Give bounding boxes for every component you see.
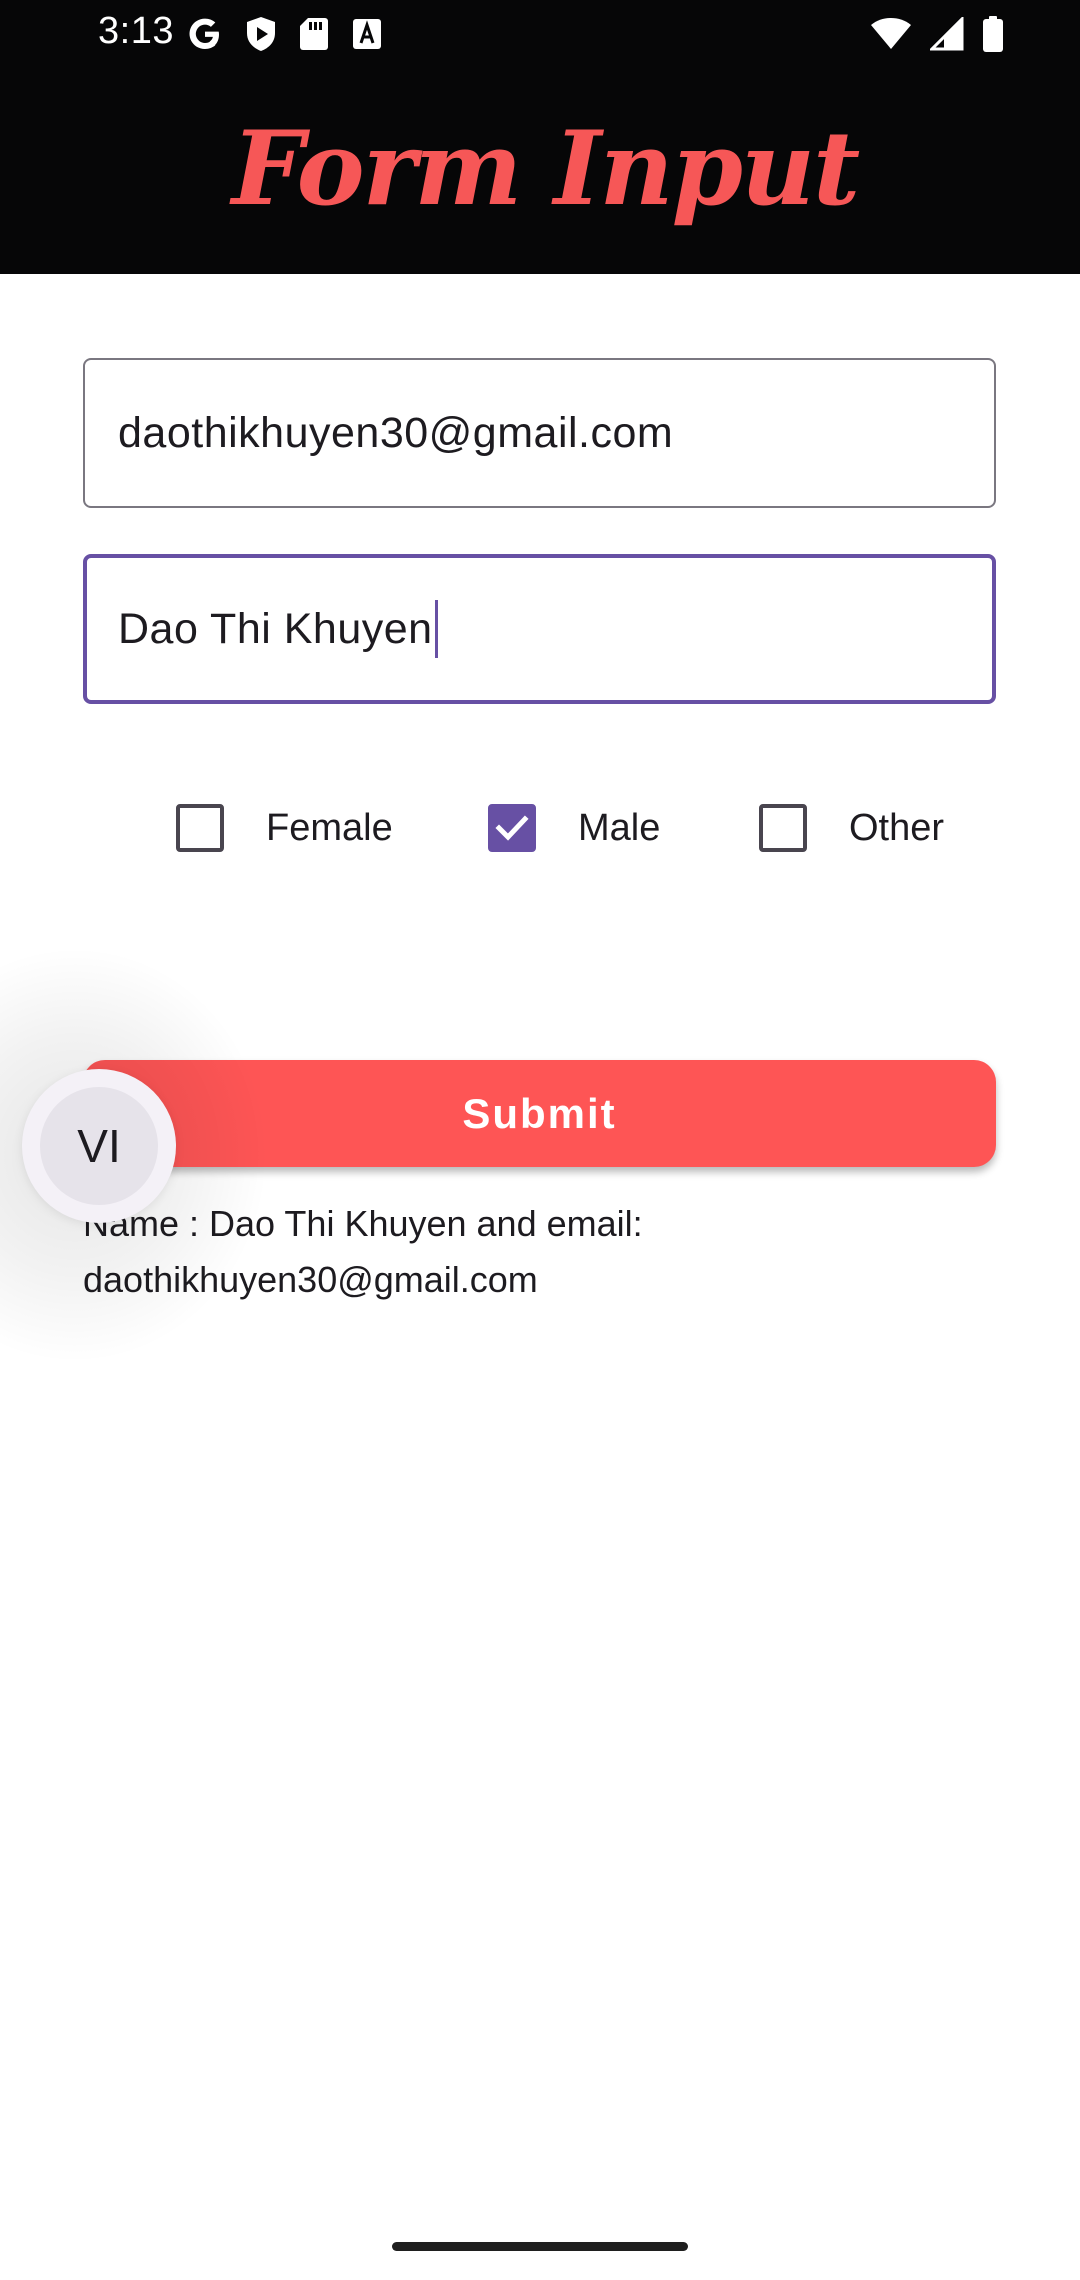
status-system-icons bbox=[870, 14, 1004, 54]
email-field-value: daothikhuyen30@gmail.com bbox=[118, 408, 674, 457]
google-icon bbox=[186, 15, 224, 53]
checkbox-other[interactable]: Other bbox=[759, 798, 944, 858]
result-line-2: daothikhuyen30@gmail.com bbox=[83, 1259, 538, 1300]
name-field-value: Dao Thi Khuyen bbox=[118, 604, 433, 653]
checkbox-other-box[interactable] bbox=[759, 804, 807, 852]
app-screen: 3:13 Form Input daothikhuyen30@gmail.com… bbox=[0, 0, 1080, 2280]
checkbox-male-box[interactable] bbox=[488, 804, 536, 852]
cell-signal-icon bbox=[930, 17, 964, 51]
floating-language-label: VI bbox=[40, 1087, 158, 1205]
checkmark-icon bbox=[495, 815, 529, 841]
name-field[interactable]: Dao Thi Khuyen bbox=[83, 554, 996, 704]
checkbox-male[interactable]: Male bbox=[488, 798, 660, 858]
email-field[interactable]: daothikhuyen30@gmail.com bbox=[83, 358, 996, 508]
status-notification-icons bbox=[186, 14, 384, 54]
checkbox-male-label: Male bbox=[578, 806, 661, 849]
gesture-home-indicator[interactable] bbox=[392, 2242, 688, 2251]
checkbox-female[interactable]: Female bbox=[176, 798, 393, 858]
text-cursor bbox=[434, 600, 438, 658]
submit-button[interactable]: Submit bbox=[83, 1060, 996, 1167]
wifi-icon bbox=[870, 17, 912, 51]
checkbox-other-label: Other bbox=[849, 806, 945, 849]
app-header: 3:13 Form Input bbox=[0, 0, 1080, 274]
checkbox-female-label: Female bbox=[266, 806, 393, 849]
status-time: 3:13 bbox=[98, 10, 174, 52]
checkbox-female-box[interactable] bbox=[176, 804, 224, 852]
font-a-icon bbox=[350, 15, 384, 53]
shield-play-icon bbox=[244, 15, 278, 53]
page-title: Form Input bbox=[231, 109, 861, 229]
status-bar: 3:13 bbox=[0, 0, 1080, 70]
sd-card-icon bbox=[298, 15, 330, 53]
battery-icon bbox=[982, 15, 1004, 53]
result-line-1: Name : Dao Thi Khuyen and email: bbox=[83, 1203, 643, 1244]
gender-checkbox-group: Female Male Other bbox=[0, 798, 1080, 858]
floating-language-bubble[interactable]: VI bbox=[22, 1069, 176, 1223]
result-text: Name : Dao Thi Khuyen and email: daothik… bbox=[83, 1196, 983, 1308]
